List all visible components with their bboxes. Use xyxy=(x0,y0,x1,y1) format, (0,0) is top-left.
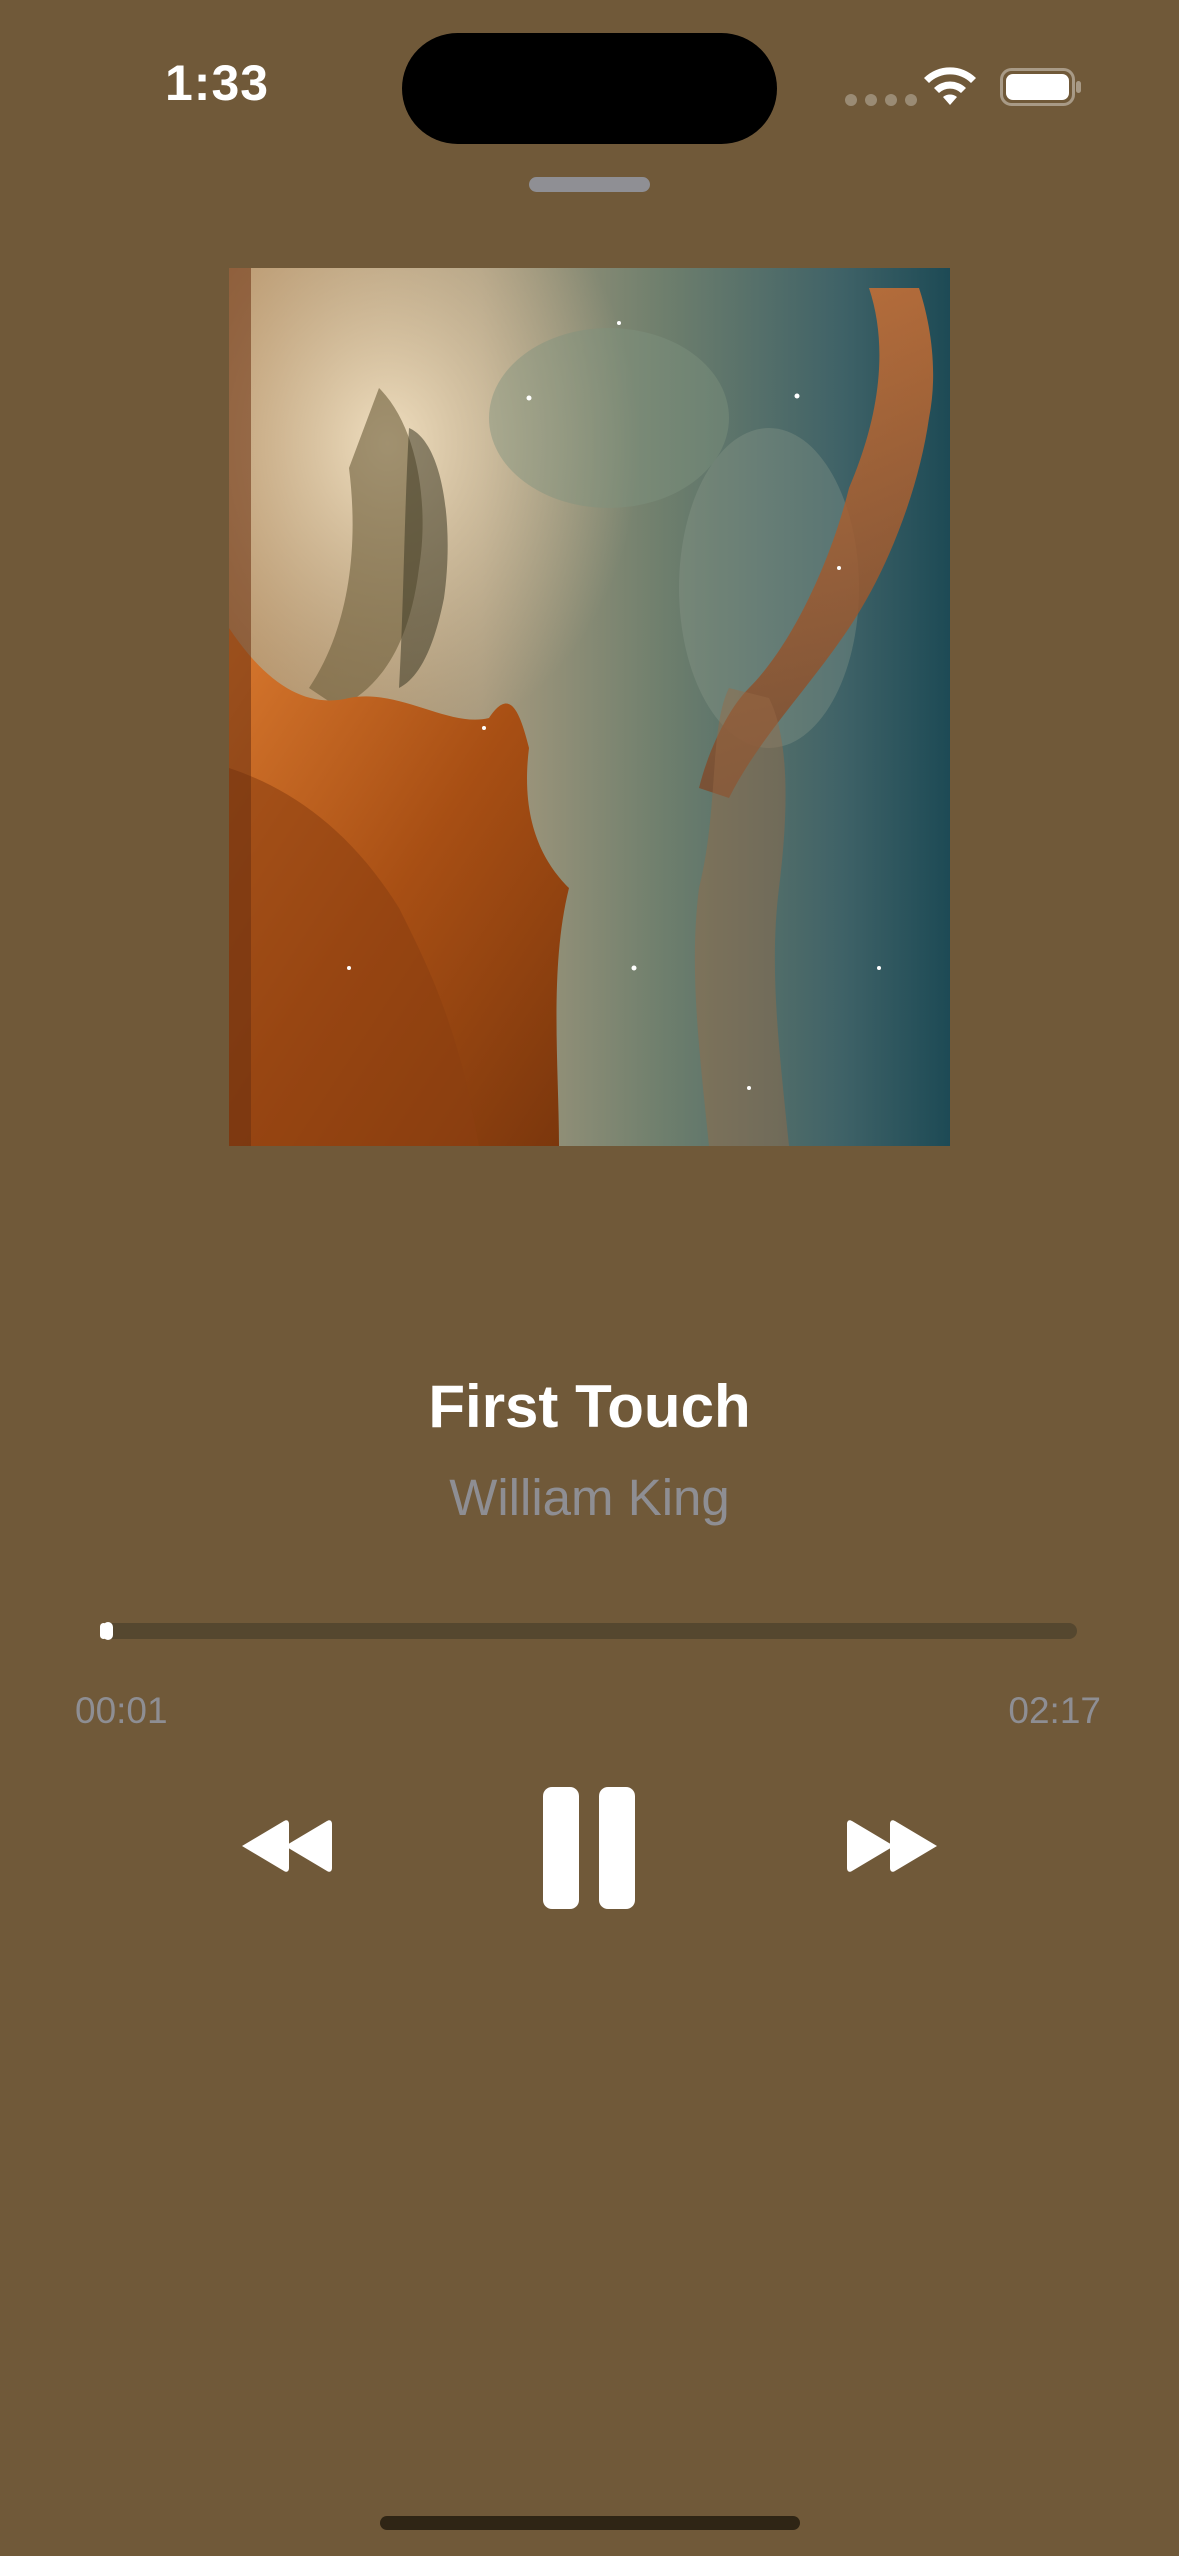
playback-scrubber[interactable] xyxy=(100,1622,1077,1640)
scrubber-knob[interactable] xyxy=(102,1622,113,1640)
rewind-button[interactable] xyxy=(240,1818,334,1874)
home-indicator[interactable] xyxy=(380,2516,800,2530)
dynamic-island xyxy=(402,33,777,144)
album-artwork xyxy=(229,268,950,1146)
status-time: 1:33 xyxy=(165,55,270,111)
track-title: First Touch xyxy=(428,1373,751,1440)
pause-icon xyxy=(543,1787,635,1909)
fast-forward-button[interactable] xyxy=(845,1818,939,1874)
wifi-icon xyxy=(924,67,976,105)
battery-icon xyxy=(1000,68,1081,106)
elapsed-time: 00:01 xyxy=(75,1690,168,1731)
sheet-grabber[interactable] xyxy=(529,177,650,192)
cellular-dots-icon xyxy=(845,94,917,106)
pause-button[interactable] xyxy=(543,1787,635,1909)
total-duration: 02:17 xyxy=(1008,1690,1101,1731)
track-artist[interactable]: William King xyxy=(0,1468,1179,1527)
rewind-icon xyxy=(242,1820,332,1872)
fast-forward-icon xyxy=(847,1820,937,1872)
now-playing-screen: 1:33 First Touch William King 00:01 02:1… xyxy=(0,0,1179,2556)
album-artwork-image xyxy=(229,268,950,1146)
